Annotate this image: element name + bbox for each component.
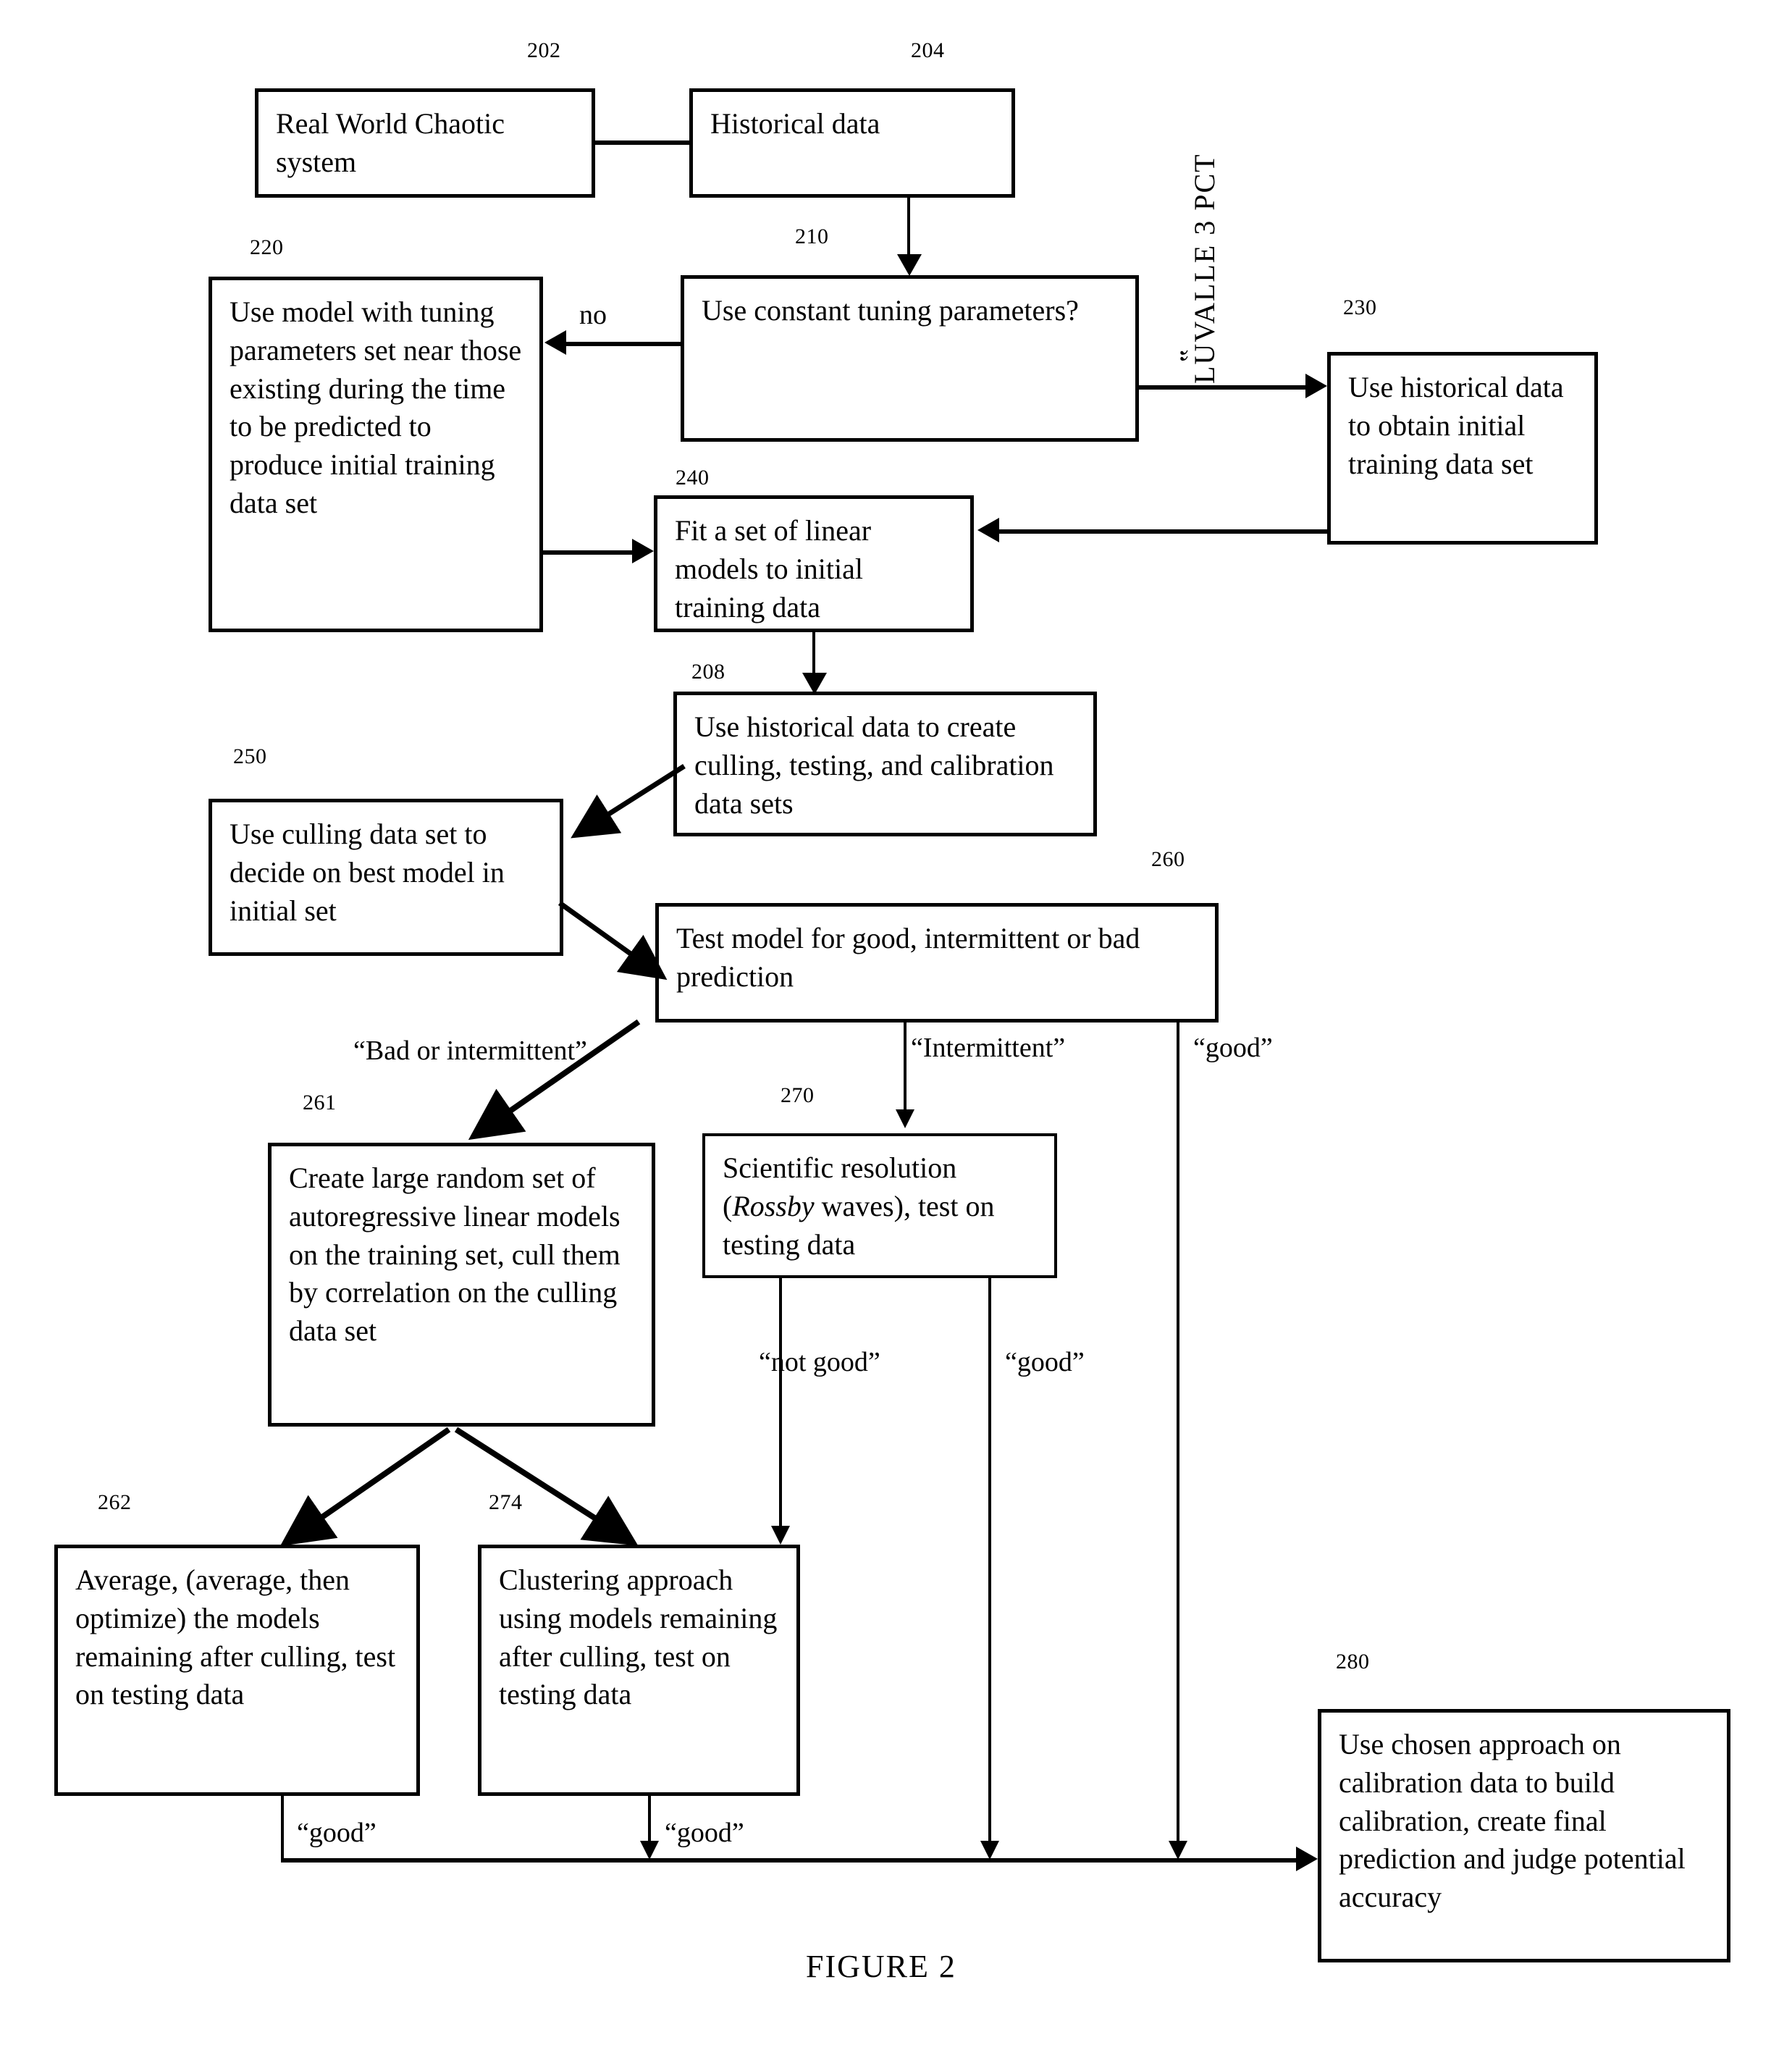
process-box-clustering-approach: Clustering approach using models remaini… — [478, 1545, 800, 1796]
connector-260-good-arrowhead — [1169, 1841, 1187, 1860]
ref-numeral-270: 270 — [781, 1083, 815, 1107]
process-box-real-world-chaotic-system: Real World Chaotic system — [255, 88, 595, 198]
process-box-fit-set-of-linear-models: Fit a set of linear models to initial tr… — [654, 495, 974, 632]
decision-box-use-constant-tuning-parameters: Use constant tuning parameters? — [681, 275, 1139, 442]
ref-numeral-230: 230 — [1343, 295, 1377, 319]
ref-numeral-262: 262 — [98, 1490, 132, 1514]
ref-numeral-280: 280 — [1336, 1650, 1370, 1674]
connector-250-to-260 — [558, 901, 668, 980]
connector-270-not-good-line — [779, 1278, 782, 1526]
ref-numeral-261: 261 — [303, 1091, 337, 1114]
connector-261-to-274 — [454, 1427, 639, 1546]
ref-numeral-208: 208 — [691, 660, 725, 684]
figure-caption: FIGURE 2 — [806, 1949, 956, 1984]
connector-270-not-good-arrowhead — [771, 1526, 790, 1545]
process-box-average-then-optimize-models: Average, (average, then optimize) the mo… — [54, 1545, 420, 1796]
edge-label-intermittent: “Intermittent” — [911, 1033, 1066, 1063]
ref-numeral-240: 240 — [676, 466, 710, 490]
edge-label-good-262: “good” — [297, 1818, 377, 1848]
patent-figure-canvas: 202 204 210 220 230 240 208 250 260 261 … — [0, 0, 1792, 2066]
connector-262-good-line — [281, 1796, 284, 1860]
connector-270-good-arrowhead — [980, 1841, 999, 1860]
connector-220-to-240-arrowhead — [632, 539, 654, 563]
ref-numeral-202: 202 — [527, 38, 561, 62]
connector-204-to-210-line — [907, 198, 910, 254]
bottom-bus-line — [281, 1858, 1303, 1863]
scientific-resolution-text-italic: Rossby — [732, 1189, 815, 1222]
ref-numeral-250: 250 — [233, 744, 267, 768]
process-box-historical-data: Historical data — [689, 88, 1015, 198]
connector-208-to-250 — [571, 764, 686, 839]
connector-260-to-270-arrowhead — [896, 1109, 914, 1128]
edge-label-good-274: “good” — [665, 1818, 744, 1848]
connector-240-to-208-line — [812, 632, 815, 673]
ref-numeral-204: 204 — [911, 38, 945, 62]
connector-210-to-230-line — [1139, 385, 1305, 390]
process-box-use-chosen-approach-on-calibration-data: Use chosen approach on calibration data … — [1318, 1709, 1730, 1962]
process-box-use-historical-data-create-culling-testing-calibration: Use historical data to create culling, t… — [673, 692, 1097, 836]
connector-274-good-line — [648, 1796, 651, 1841]
process-box-use-model-with-tuning-parameters: Use model with tuning parameters set nea… — [209, 277, 543, 632]
connector-260-good-line — [1177, 1022, 1179, 1841]
ref-numeral-260: 260 — [1151, 847, 1185, 871]
connector-210-to-220-line — [566, 342, 681, 346]
edge-label-no: no — [579, 300, 607, 330]
process-box-use-historical-data-to-obtain-initial-training-data-set: Use historical data to obtain initial tr… — [1327, 352, 1598, 545]
edge-label-bad-or-intermittent: “Bad or intermittent” — [353, 1036, 587, 1066]
connector-220-to-240-line — [543, 550, 632, 555]
process-box-use-culling-data-set-decide-best-model: Use culling data set to decide on best m… — [209, 799, 563, 956]
edge-label-good-270: “good” — [1005, 1347, 1085, 1377]
connector-230-to-240-line — [999, 529, 1327, 534]
connector-261-to-262 — [279, 1427, 451, 1547]
vertical-stamp-mark: ‟ — [1174, 349, 1206, 362]
process-box-create-large-random-set-autoregressive: Create large random set of autoregressiv… — [268, 1143, 655, 1427]
connector-240-to-208-arrowhead — [802, 673, 827, 694]
connector-260-to-270-line — [904, 1022, 906, 1109]
edge-label-not-good-270: “not good” — [759, 1347, 880, 1377]
connector-230-to-240-arrowhead — [977, 518, 999, 542]
ref-numeral-210: 210 — [795, 224, 829, 248]
bottom-bus-arrowhead-to-280 — [1296, 1847, 1318, 1871]
connector-274-good-arrowhead — [640, 1841, 659, 1860]
connector-270-good-line — [988, 1278, 991, 1841]
edge-label-good-260: “good” — [1193, 1033, 1273, 1063]
process-box-test-model-for-prediction-quality: Test model for good, intermittent or bad… — [655, 903, 1219, 1022]
process-box-scientific-resolution-rossby-waves: Scientific resolution (Rossby waves), te… — [702, 1133, 1057, 1278]
connector-204-to-210-arrowhead — [897, 254, 922, 276]
ref-numeral-220: 220 — [250, 235, 284, 259]
connector-210-to-230-arrowhead — [1305, 374, 1327, 398]
connector-210-to-220-arrowhead — [544, 330, 566, 355]
connector-202-to-204 — [595, 140, 689, 145]
